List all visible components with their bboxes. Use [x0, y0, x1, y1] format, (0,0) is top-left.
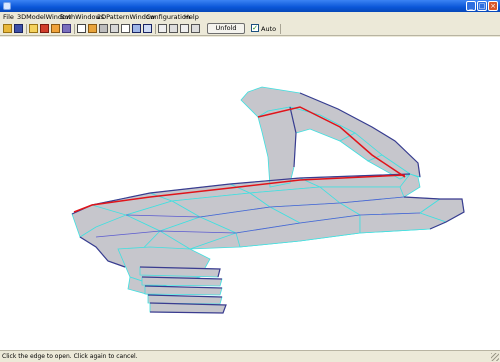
app-icon	[3, 2, 11, 10]
title-bar: _ □ ×	[0, 0, 500, 12]
menu-help[interactable]: Help	[184, 13, 199, 21]
menu-bar: File 3DModelWindow BothWindows 2DPattern…	[0, 12, 500, 22]
3d-model-viewport[interactable]	[0, 37, 500, 350]
maximize-button[interactable]: □	[477, 1, 487, 11]
model-render[interactable]	[0, 37, 500, 350]
toolbar-icon-strip	[0, 22, 500, 36]
status-bar: Click the edge to open. Click again to c…	[0, 350, 500, 362]
menu-file[interactable]: File	[3, 13, 14, 21]
resize-grip[interactable]	[491, 353, 499, 361]
close-button[interactable]: ×	[488, 1, 498, 11]
status-text: Click the edge to open. Click again to c…	[2, 353, 138, 360]
minimize-button[interactable]: _	[466, 1, 476, 11]
